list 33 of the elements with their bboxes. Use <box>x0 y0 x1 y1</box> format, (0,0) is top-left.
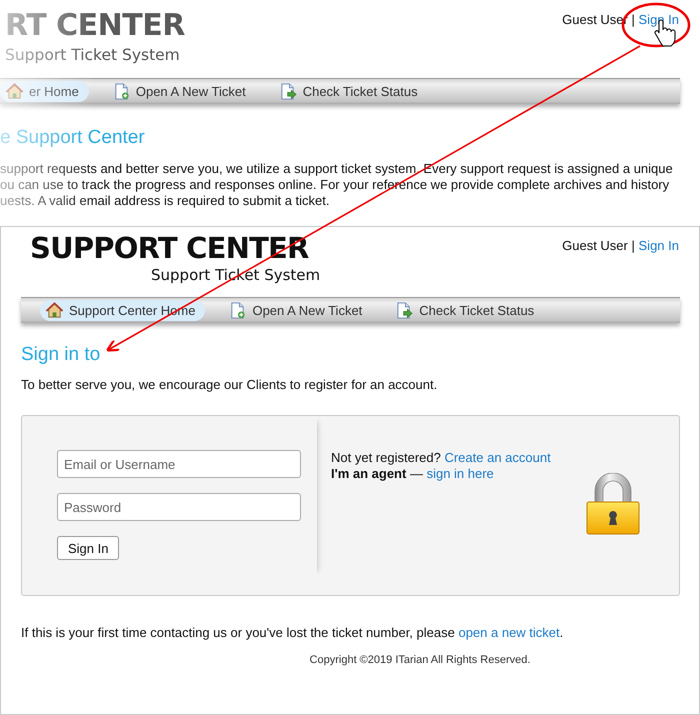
copyright-text: Copyright ©2019 ITarian All Rights Reserved. <box>308 654 532 666</box>
register-prompt: Not yet registered? Create an account <box>331 450 551 466</box>
agent-prompt: I'm an agent — sign in here <box>331 466 495 482</box>
sign-in-link[interactable]: Sign In <box>638 238 679 253</box>
help-text: If this is your first time contacting us or you've lost the ticket number, please open a new ticket. <box>21 625 564 641</box>
separator: | <box>632 12 635 27</box>
separator: | <box>632 238 635 253</box>
nav-tab[interactable]: Check Ticket Status <box>274 81 428 102</box>
house-icon <box>6 83 23 100</box>
house-icon <box>46 302 63 319</box>
nav-tab[interactable]: Open A New Ticket <box>223 300 372 321</box>
page-heading: e Support Center <box>0 126 146 150</box>
create-account-link[interactable]: Create an account <box>444 450 551 465</box>
agent-sign-in-link[interactable]: sign in here <box>426 466 494 481</box>
new-ticket-link[interactable]: open a new ticket <box>458 625 560 640</box>
nav-tab[interactable]: Check Ticket Status <box>390 300 544 321</box>
password-field[interactable]: Password <box>57 493 301 521</box>
page-heading: Sign in to <box>21 343 102 367</box>
document-plus-icon <box>229 302 246 319</box>
intro-text-line: support requests and better serve you, we utilize a support ticket system. Every support request is assigned a unique <box>0 161 674 177</box>
padlock-icon <box>585 473 641 535</box>
user-name: Guest User <box>562 238 628 253</box>
username-field[interactable]: Email or Username <box>57 450 301 478</box>
sign-in-button[interactable]: Sign In <box>57 536 120 560</box>
logo-subtitle: Support Ticket System <box>5 45 181 65</box>
document-arrow-icon <box>396 302 414 319</box>
logo-title: RT CENTER <box>5 7 185 45</box>
nav-tab[interactable]: Open A New Ticket <box>106 81 256 102</box>
intro-text: To better serve you, we encourage our Clients to register for an account. <box>21 377 438 393</box>
document-plus-icon <box>112 83 130 100</box>
nav-tab[interactable]: er Home <box>0 81 89 102</box>
document-arrow-icon <box>280 83 297 100</box>
intro-text-line: uests. A valid email address is required to submit a ticket. <box>0 193 330 209</box>
